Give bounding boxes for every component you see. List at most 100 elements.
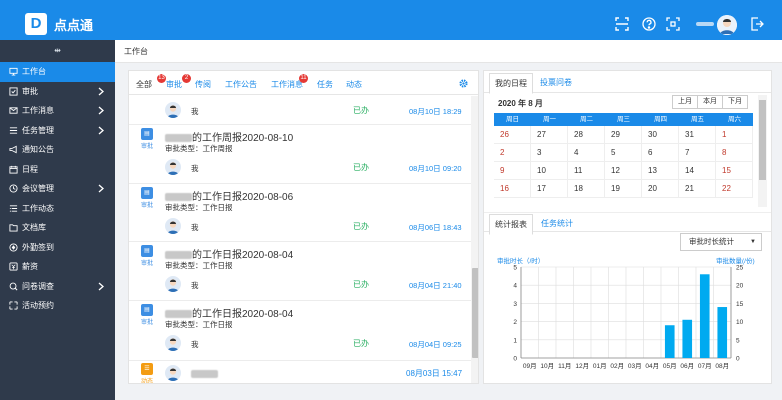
list-item[interactable]: ▤ 审批 的工作日报2020-08-06 审批类型：工作日报我 已办 08月06日 18:…	[129, 184, 471, 243]
calendar-day[interactable]: 28	[568, 126, 605, 144]
tab-vote-survey[interactable]: 投票问卷	[540, 77, 572, 88]
tab-task[interactable]: 任务	[317, 79, 333, 90]
prev-month-button[interactable]: 上月	[672, 95, 698, 109]
fullscreen-icon[interactable]	[666, 17, 680, 31]
calendar-day[interactable]: 17	[531, 180, 568, 198]
status-badge: 已办	[353, 106, 369, 115]
calendar-day[interactable]: 16	[494, 180, 531, 198]
sidebar-item-activity[interactable]: 活动预约	[0, 296, 115, 316]
chevron-right-icon	[97, 87, 105, 96]
calendar-day[interactable]: 12	[605, 162, 642, 180]
sidebar-item-location[interactable]: 外勤签到	[0, 238, 115, 258]
tab-stats-report[interactable]: 统计报表	[489, 214, 533, 235]
badge-all: 13	[157, 74, 166, 83]
sidebar-item-news[interactable]: 工作动态	[0, 199, 115, 219]
calendar-day[interactable]: 4	[568, 144, 605, 162]
feed-scrollbar[interactable]	[471, 96, 478, 383]
item-title[interactable]: 的工作日报2020-08-04	[165, 246, 293, 261]
x-tick-label: 01月	[593, 362, 607, 370]
tab-work-message[interactable]: 工作消息 11	[271, 74, 308, 90]
tab-task-stats[interactable]: 任务统计	[541, 218, 573, 229]
item-title[interactable]: 的工作周报2020-08-10	[165, 129, 293, 144]
calendar-day[interactable]: 18	[568, 180, 605, 198]
tab-approval[interactable]: 审批 2	[166, 74, 191, 90]
tab-activity[interactable]: 动态	[346, 79, 362, 90]
scan-icon[interactable]	[615, 17, 629, 31]
user-avatar[interactable]	[717, 15, 737, 35]
calendar-day[interactable]: 5	[605, 144, 642, 162]
stats-type-select[interactable]: 审批时长统计 ▼	[680, 233, 762, 251]
megaphone-icon	[8, 145, 18, 155]
calendar-month: 2020 年 8 月	[498, 99, 543, 108]
calendar-day[interactable]: 11	[568, 162, 605, 180]
badge-work-message: 11	[299, 74, 308, 83]
calendar-day[interactable]: 30	[642, 126, 679, 144]
gear-icon[interactable]	[459, 79, 468, 88]
this-month-button[interactable]: 本月	[697, 95, 723, 109]
calendar-day[interactable]: 6	[642, 144, 679, 162]
chevron-down-icon: ▼	[750, 239, 756, 245]
calendar-day[interactable]: 20	[642, 180, 679, 198]
sidebar-item-survey[interactable]: 问卷调查	[0, 277, 115, 297]
calendar-day[interactable]: 21	[679, 180, 716, 198]
calendar-day[interactable]: 29	[605, 126, 642, 144]
calendar-scrollbar[interactable]	[758, 95, 767, 207]
list-item[interactable]: ▤ 审批 的工作周报2020-08-10 审批类型：工作周报我 已办 08月10日 09:…	[129, 125, 471, 184]
user-name-blurred[interactable]	[696, 22, 714, 26]
chevron-right-icon	[97, 106, 105, 115]
calendar-day[interactable]: 8	[716, 144, 753, 162]
sidebar-item-megaphone[interactable]: 通知公告	[0, 140, 115, 160]
app-logo[interactable]: D	[25, 13, 47, 35]
sidebar-item-folder[interactable]: 文档库	[0, 218, 115, 238]
calendar-day[interactable]: 27	[531, 126, 568, 144]
calendar-day[interactable]: 19	[605, 180, 642, 198]
calendar-day[interactable]: 1	[716, 126, 753, 144]
calendar-day[interactable]: 15	[716, 162, 753, 180]
avatar	[165, 334, 181, 351]
tab-work-notice[interactable]: 工作公告	[225, 79, 257, 90]
calendar-day[interactable]: 10	[531, 162, 568, 180]
tile-label: 动态	[141, 379, 154, 384]
sidebar-item-approve[interactable]: 审批	[0, 82, 115, 102]
calendar-day[interactable]: 7	[679, 144, 716, 162]
approval-tile-icon: ▤	[141, 128, 153, 140]
list-item[interactable]: 我 已办 08月10日 18:29	[129, 96, 471, 124]
breadcrumb-current[interactable]: 工作台	[124, 46, 148, 57]
logout-icon[interactable]	[750, 17, 764, 31]
list-item[interactable]: ▤ 审批 的工作日报2020-08-04 审批类型：工作日报我 已办 08月04日 21:…	[129, 242, 471, 301]
tab-all[interactable]: 全部 13	[136, 74, 166, 90]
sidebar-toggle[interactable]: ⇹	[0, 40, 115, 62]
sidebar-item-monitor[interactable]: 工作台	[0, 62, 115, 82]
calendar-day[interactable]: 14	[679, 162, 716, 180]
scrollbar-thumb[interactable]	[759, 100, 766, 180]
help-icon[interactable]	[642, 17, 656, 31]
sidebar-item-mail[interactable]: 工作消息	[0, 101, 115, 121]
list-item[interactable]: ▤ 审批 的工作日报2020-08-04 审批类型：工作日报我 已办 08月04日 09:…	[129, 301, 471, 360]
tile-label: 审批	[141, 261, 154, 267]
calendar-day[interactable]: 13	[642, 162, 679, 180]
calendar-day[interactable]: 2	[494, 144, 531, 162]
tab-my-schedule[interactable]: 我的日程	[489, 73, 533, 94]
tab-circulate[interactable]: 传阅	[195, 79, 211, 90]
scrollbar-thumb[interactable]	[472, 268, 478, 358]
list-item[interactable]: ☰ 动态 08月03日 15:47	[129, 361, 471, 384]
sidebar-item-meeting[interactable]: 会议管理	[0, 179, 115, 199]
sidebar-item-calendar[interactable]: 日程	[0, 160, 115, 180]
calendar-day[interactable]: 22	[716, 180, 753, 198]
stats-tabs: 统计报表 任务统计	[484, 212, 771, 235]
item-title[interactable]: 的工作日报2020-08-06	[165, 188, 293, 203]
calendar-day[interactable]: 3	[531, 144, 568, 162]
calendar-week: 16 17 18 19 20 21 22	[494, 180, 753, 198]
calendar-day[interactable]: 26	[494, 126, 531, 144]
next-month-button[interactable]: 下月	[722, 95, 748, 109]
item-title[interactable]: 的工作日报2020-08-04	[165, 305, 293, 320]
weekday-header: 周四	[654, 116, 667, 123]
y-tick-label-right: 15	[736, 301, 744, 308]
sidebar-item-label: 工作动态	[22, 203, 54, 213]
sidebar-item-task[interactable]: 任务管理	[0, 121, 115, 141]
sidebar-item-salary[interactable]: 薪资	[0, 257, 115, 277]
calendar-day[interactable]: 9	[494, 162, 531, 180]
timestamp: 08月04日 21:40	[409, 281, 462, 290]
avatar	[165, 102, 181, 118]
calendar-day[interactable]: 31	[679, 126, 716, 144]
